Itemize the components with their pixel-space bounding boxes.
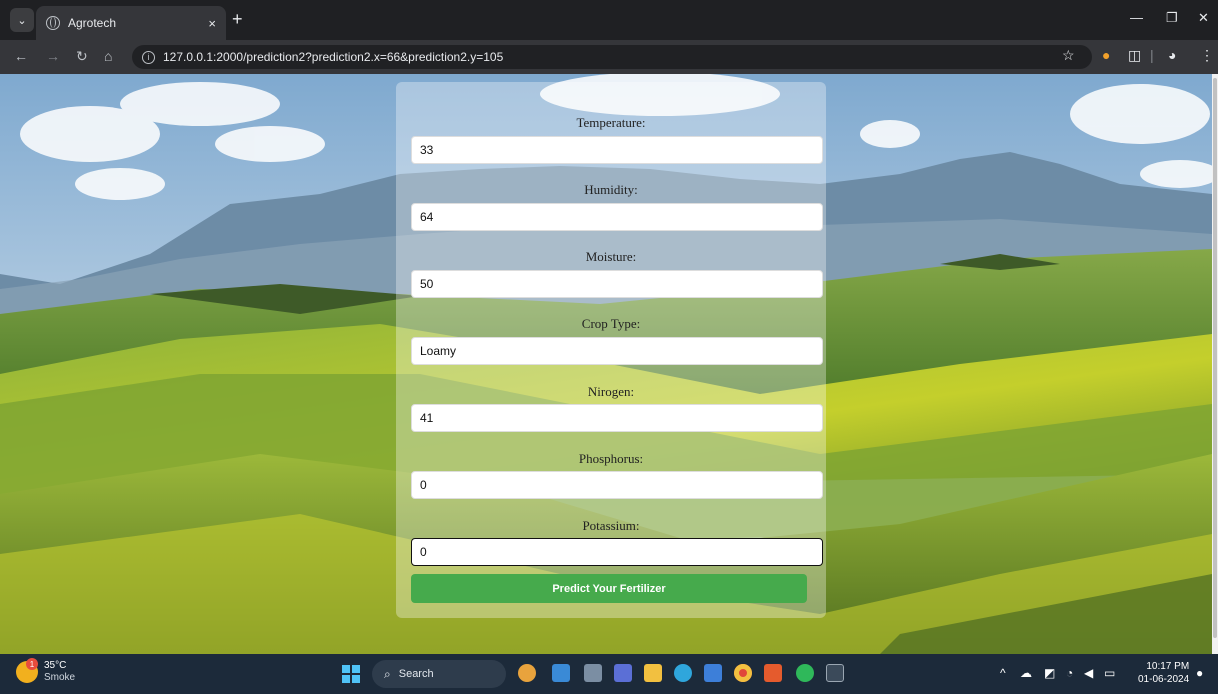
battery-icon[interactable]: ▭ — [1104, 666, 1115, 680]
nitrogen-input[interactable] — [411, 404, 823, 432]
address-bar[interactable]: i 127.0.0.1:2000/prediction2?prediction2… — [132, 45, 1092, 69]
weather-description: Smoke — [44, 672, 76, 683]
weather-badge: 1 — [26, 658, 38, 670]
globe-icon — [46, 16, 60, 30]
humidity-label: Humidity: — [584, 182, 638, 197]
meet-now-icon[interactable]: ◩ — [1044, 666, 1055, 680]
back-arrow-icon[interactable]: ← — [14, 48, 28, 64]
tab-close-icon[interactable]: × — [208, 16, 216, 31]
window-close-icon[interactable]: ✕ — [1198, 10, 1209, 26]
nitrogen-label: Nirogen: — [587, 384, 635, 399]
crop-type-label: Crop Type: — [581, 316, 641, 331]
weather-widget[interactable]: 1 35°C Smoke — [16, 658, 76, 684]
potassium-label: Potassium: — [582, 518, 640, 533]
profile-avatar-icon[interactable]: ◕ — [1168, 47, 1176, 63]
wifi-icon[interactable]: ◔ — [1066, 666, 1073, 680]
humidity-input[interactable] — [411, 203, 823, 231]
temperature-input[interactable] — [411, 136, 823, 164]
search-label: Search — [398, 668, 434, 680]
page-scrollbar[interactable] — [1212, 74, 1218, 654]
search-icon: ⌕ — [384, 666, 391, 681]
teams-icon[interactable] — [614, 664, 632, 682]
microsoft-store-icon[interactable] — [704, 664, 722, 682]
taskbar-clock[interactable]: 10:17 PM 01-06-2024 — [1138, 660, 1189, 686]
reload-icon[interactable]: ↻ — [76, 48, 88, 65]
bookmark-star-icon[interactable]: ☆ — [1062, 47, 1075, 64]
file-explorer-icon[interactable] — [644, 664, 662, 682]
phosphorus-label: Phosphorus: — [578, 451, 644, 466]
onedrive-icon[interactable]: ☁ — [1020, 666, 1032, 680]
windows-taskbar: 1 35°C Smoke ⌕ Search ^ ☁ ◩ ◔ ◀ ▭ 10:17 … — [0, 654, 1218, 694]
minimize-icon[interactable]: — — [1130, 10, 1143, 25]
url-text: 127.0.0.1:2000/prediction2?prediction2.x… — [163, 50, 504, 64]
tab-search-chevron-icon[interactable]: ⌄ — [10, 8, 34, 32]
page-viewport: Temperature: Humidity: Moisture: Crop Ty… — [0, 74, 1212, 654]
restore-icon[interactable]: ❐ — [1166, 10, 1178, 26]
task-view-icon[interactable] — [584, 664, 602, 682]
moisture-input[interactable] — [411, 270, 823, 298]
phosphorus-input[interactable] — [411, 471, 823, 499]
browser-toolbar: ← → ↻ ⌂ i 127.0.0.1:2000/prediction2?pre… — [0, 40, 1218, 74]
volume-icon[interactable]: ◀ — [1084, 666, 1093, 680]
site-info-icon[interactable]: i — [142, 50, 155, 64]
toolbar-divider: | — [1150, 47, 1154, 63]
browser-menu-icon[interactable]: ⋮ — [1200, 47, 1214, 64]
edge-browser-icon[interactable] — [674, 664, 692, 682]
widgets-icon[interactable] — [518, 664, 536, 682]
forward-arrow-icon[interactable]: → — [46, 48, 60, 64]
potassium-input[interactable] — [411, 538, 823, 566]
app-icon[interactable] — [552, 664, 570, 682]
weather-temperature: 35°C — [44, 660, 67, 671]
fertilizer-form-card: Temperature: Humidity: Moisture: Crop Ty… — [396, 82, 826, 618]
windows-start-icon[interactable] — [342, 665, 360, 683]
terminal-icon[interactable] — [826, 664, 844, 682]
extensions-puzzle-icon[interactable]: ◫ — [1128, 47, 1141, 64]
home-icon[interactable]: ⌂ — [104, 48, 112, 64]
predict-fertilizer-button[interactable]: Predict Your Fertilizer — [411, 574, 807, 603]
extension-icon[interactable]: ● — [1102, 47, 1110, 63]
tray-chevron-up-icon[interactable]: ^ — [1000, 666, 1006, 680]
notification-bell-icon[interactable]: ● — [1196, 666, 1203, 680]
whatsapp-icon[interactable] — [796, 664, 814, 682]
crop-type-input[interactable] — [411, 337, 823, 365]
clock-date: 01-06-2024 — [1138, 674, 1190, 685]
weather-sun-icon: 1 — [16, 658, 38, 683]
temperature-label: Temperature: — [576, 115, 646, 130]
app-icon-orange[interactable] — [764, 664, 782, 682]
tab-title: Agrotech — [68, 16, 117, 30]
moisture-label: Moisture: — [585, 249, 637, 264]
clock-time: 10:17 PM — [1146, 661, 1190, 672]
chrome-icon[interactable] — [734, 664, 752, 682]
browser-tab[interactable]: Agrotech × — [36, 6, 226, 40]
taskbar-search[interactable]: ⌕ Search — [372, 660, 506, 688]
scrollbar-thumb[interactable] — [1213, 78, 1217, 638]
browser-tab-strip: ⌄ Agrotech × + — ❐ ✕ — [0, 0, 1218, 40]
new-tab-button[interactable]: + — [232, 9, 243, 29]
